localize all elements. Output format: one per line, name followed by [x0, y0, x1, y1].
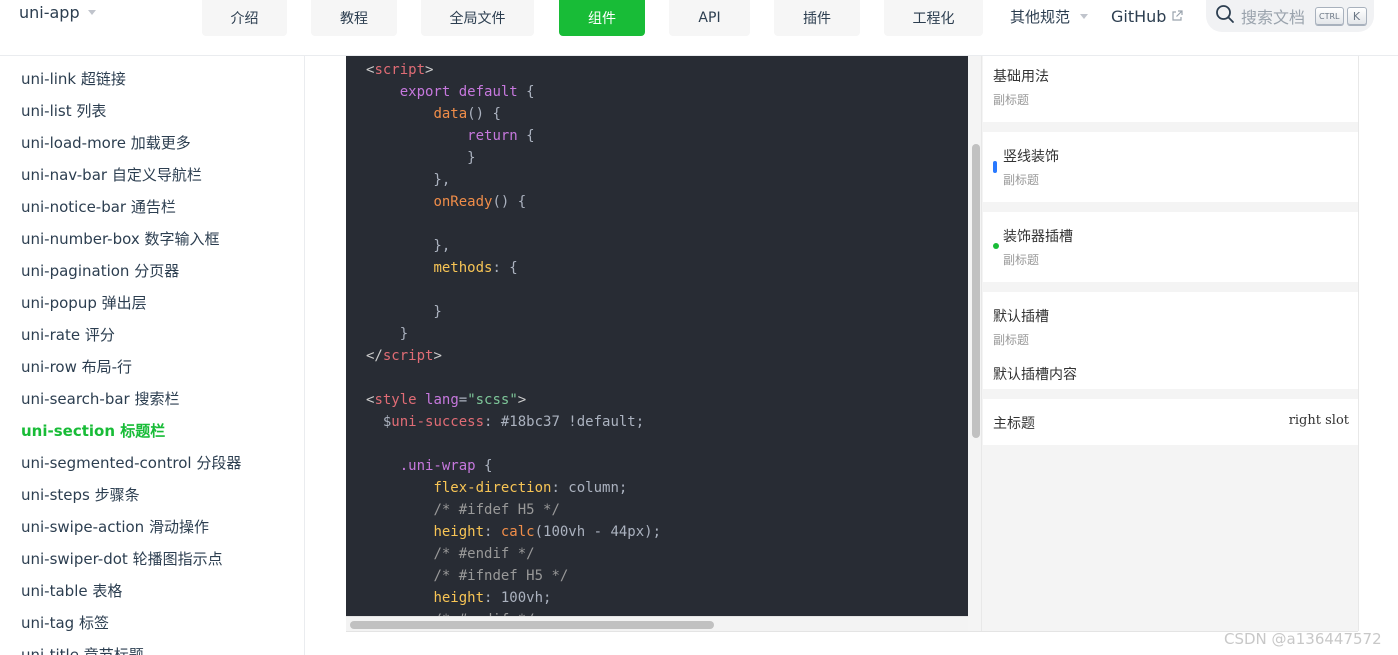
section-subtitle: 副标题 [993, 93, 1030, 107]
section-title: 主标题 [993, 416, 1035, 432]
section-title: 装饰器插槽 [1003, 229, 1073, 245]
preview-vertical-scrollbar[interactable] [968, 56, 982, 631]
preview-panel: 基础用法 副标题 竖线装饰 副标题 装饰器插槽 副标题 默认插槽 副标题 默认插… [968, 56, 1359, 631]
sidebar-item-uni-table[interactable]: uni-table 表格 [21, 580, 122, 601]
sidebar-item-uni-rate[interactable]: uni-rate 评分 [21, 324, 115, 345]
sidebar-item-uni-pagination[interactable]: uni-pagination 分页器 [21, 260, 179, 281]
sidebar-item-uni-title[interactable]: uni-title 章节标题 [21, 644, 144, 655]
section-subtitle: 副标题 [993, 333, 1030, 347]
section-subtitle: 副标题 [1003, 173, 1040, 187]
sidebar-item-uni-segmented-control[interactable]: uni-segmented-control 分段器 [21, 452, 241, 473]
sidebar-item-uni-search-bar[interactable]: uni-search-bar 搜索栏 [21, 388, 179, 409]
sidebar-item-uni-notice-bar[interactable]: uni-notice-bar 通告栏 [21, 196, 176, 217]
section-title: 默认插槽 [993, 309, 1049, 325]
section-default-slot: 默认插槽 副标题 默认插槽内容 [983, 292, 1358, 389]
nav-global-files[interactable]: 全局文件 [421, 0, 534, 36]
sidebar-item-uni-tag[interactable]: uni-tag 标签 [21, 612, 109, 633]
nav-components[interactable]: 组件 [559, 0, 645, 36]
section-basic: 基础用法 副标题 [983, 56, 1358, 122]
vertical-line-decoration [993, 161, 997, 173]
brand-name: uni-app [19, 3, 80, 22]
search-icon [1215, 4, 1235, 28]
section-right-slot: 主标题 right slot [983, 399, 1358, 445]
section-slot-content: 默认插槽内容 [993, 367, 1077, 383]
nav-engineering[interactable]: 工程化 [884, 0, 983, 36]
code-block[interactable]: <script> export default { data() { retur… [346, 56, 968, 616]
search-box[interactable]: 搜索文档 CTRL K [1206, 0, 1374, 32]
nav-github-link[interactable]: GitHub [1111, 0, 1184, 32]
nav-more-label: 其他规范 [1010, 7, 1071, 26]
sidebar-item-uni-row[interactable]: uni-row 布局-行 [21, 356, 132, 377]
sidebar-item-uni-section[interactable]: uni-section 标题栏 [21, 420, 165, 441]
section-line-decoration: 竖线装饰 副标题 [983, 132, 1358, 202]
top-navbar: uni-app 介绍 教程 全局文件 组件 API 插件 工程化 其他规范 Gi… [0, 0, 1398, 56]
section-title: 竖线装饰 [1003, 149, 1059, 165]
sidebar-item-uni-steps[interactable]: uni-steps 步骤条 [21, 484, 140, 505]
code-scrollbar-thumb[interactable] [350, 621, 714, 629]
shortcut-ctrl-key: CTRL [1315, 7, 1344, 25]
dot-decoration [993, 243, 999, 249]
code-horizontal-scrollbar[interactable] [346, 616, 968, 632]
sidebar-item-uni-swipe-action[interactable]: uni-swipe-action 滑动操作 [21, 516, 209, 537]
external-link-icon [1171, 10, 1184, 22]
divider [346, 631, 1358, 632]
sidebar-item-uni-list[interactable]: uni-list 列表 [21, 100, 106, 121]
right-slot-text: right slot [1288, 413, 1349, 428]
nav-tutorial[interactable]: 教程 [311, 0, 397, 36]
preview-scrollbar-thumb[interactable] [972, 144, 980, 438]
sidebar-item-uni-swiper-dot[interactable]: uni-swiper-dot 轮播图指示点 [21, 548, 223, 569]
nav-intro[interactable]: 介绍 [202, 0, 287, 36]
chevron-down-icon [87, 10, 96, 15]
sidebar-item-uni-nav-bar[interactable]: uni-nav-bar 自定义导航栏 [21, 164, 202, 185]
nav-api[interactable]: API [669, 0, 750, 36]
sidebar-item-uni-number-box[interactable]: uni-number-box 数字输入框 [21, 228, 219, 249]
sidebar-item-uni-link[interactable]: uni-link 超链接 [21, 68, 126, 89]
nav-more-specs[interactable]: 其他规范 [1010, 0, 1089, 32]
shortcut-k-key: K [1346, 7, 1367, 25]
nav-plugins[interactable]: 插件 [774, 0, 860, 36]
section-subtitle: 副标题 [1003, 253, 1040, 267]
sidebar-item-uni-load-more[interactable]: uni-load-more 加载更多 [21, 132, 191, 153]
section-decoration-slot: 装饰器插槽 副标题 [983, 212, 1358, 282]
chevron-down-icon [1080, 13, 1089, 19]
watermark: CSDN @a136447572 [1224, 630, 1382, 648]
sidebar: uni-link 超链接 uni-list 列表 uni-load-more 加… [0, 56, 305, 655]
search-placeholder: 搜索文档 [1241, 8, 1306, 27]
code-content: <script> export default { data() { retur… [366, 62, 662, 616]
section-title: 基础用法 [993, 69, 1049, 85]
sidebar-item-uni-popup[interactable]: uni-popup 弹出层 [21, 292, 147, 313]
brand-selector[interactable]: uni-app [19, 3, 96, 22]
github-label: GitHub [1111, 6, 1167, 26]
